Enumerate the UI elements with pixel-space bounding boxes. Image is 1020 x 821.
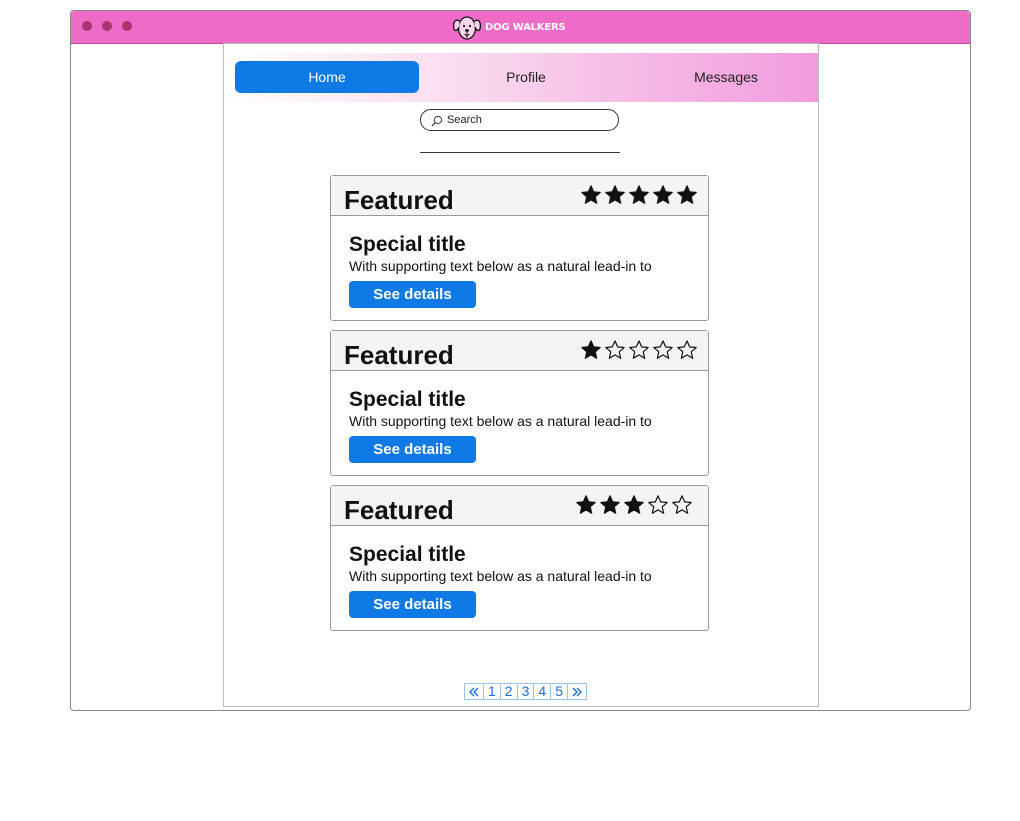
star-rating xyxy=(580,184,698,206)
double-chevron-right-icon xyxy=(572,687,582,696)
star-outline-icon xyxy=(672,495,692,514)
see-details-button[interactable]: See details xyxy=(349,281,476,308)
star-outline-icon xyxy=(605,340,625,359)
card-header: Featured xyxy=(331,331,708,371)
card-header-title: Featured xyxy=(344,340,454,370)
star-filled-icon xyxy=(581,340,601,359)
nav-messages[interactable]: Messages xyxy=(634,61,818,93)
dog-logo-icon xyxy=(453,16,481,40)
star-filled-icon xyxy=(581,185,601,204)
search-input[interactable] xyxy=(447,114,607,126)
window-minimize-dot[interactable] xyxy=(102,21,112,31)
browser-window: DOG WALKERS Home Profile Messages Featur… xyxy=(70,10,971,711)
title-bar: DOG WALKERS xyxy=(71,11,970,44)
card-text: With supporting text below as a natural … xyxy=(349,413,652,429)
pagination: 1 2 3 4 5 xyxy=(464,683,587,700)
card-header-title: Featured xyxy=(344,495,454,525)
star-rating xyxy=(575,494,693,516)
star-rating xyxy=(580,339,698,361)
see-details-button[interactable]: See details xyxy=(349,591,476,618)
star-filled-icon xyxy=(605,185,625,204)
card-text: With supporting text below as a natural … xyxy=(349,568,652,584)
card-title: Special title xyxy=(349,233,466,256)
search-divider xyxy=(420,152,620,153)
page-4-link[interactable]: 4 xyxy=(534,684,552,699)
page-5-link[interactable]: 5 xyxy=(551,684,568,699)
nav-bar: Home Profile Messages xyxy=(224,53,818,102)
content-frame: Home Profile Messages Featured Special t… xyxy=(223,43,819,707)
card-header: Featured xyxy=(331,486,708,526)
see-details-button[interactable]: See details xyxy=(349,436,476,463)
page-2-link[interactable]: 2 xyxy=(501,684,518,699)
brand-title: DOG WALKERS xyxy=(485,21,566,33)
page-3-link[interactable]: 3 xyxy=(518,684,535,699)
search-icon xyxy=(431,115,443,127)
window-close-dot[interactable] xyxy=(82,21,92,31)
star-filled-icon xyxy=(653,185,673,204)
card-header-title: Featured xyxy=(344,185,454,215)
star-outline-icon xyxy=(629,340,649,359)
card-title: Special title xyxy=(349,543,466,566)
featured-card: Featured Special title With supporting t… xyxy=(330,175,709,321)
page-1-link[interactable]: 1 xyxy=(484,684,501,699)
star-filled-icon xyxy=(677,185,697,204)
star-outline-icon xyxy=(653,340,673,359)
window-maximize-dot[interactable] xyxy=(122,21,132,31)
star-filled-icon xyxy=(600,495,620,514)
nav-profile[interactable]: Profile xyxy=(434,61,618,93)
search-bar[interactable] xyxy=(420,109,619,131)
star-filled-icon xyxy=(624,495,644,514)
double-chevron-left-icon xyxy=(469,687,479,696)
star-outline-icon xyxy=(677,340,697,359)
pagination-last-button[interactable] xyxy=(568,684,586,699)
brand: DOG WALKERS xyxy=(451,12,566,42)
card-text: With supporting text below as a natural … xyxy=(349,258,652,274)
card-header: Featured xyxy=(331,176,708,216)
nav-home[interactable]: Home xyxy=(235,61,419,93)
star-filled-icon xyxy=(576,495,596,514)
featured-card: Featured Special title With supporting t… xyxy=(330,485,709,631)
card-title: Special title xyxy=(349,388,466,411)
star-filled-icon xyxy=(629,185,649,204)
pagination-first-button[interactable] xyxy=(465,684,484,699)
star-outline-icon xyxy=(648,495,668,514)
featured-card: Featured Special title With supporting t… xyxy=(330,330,709,476)
